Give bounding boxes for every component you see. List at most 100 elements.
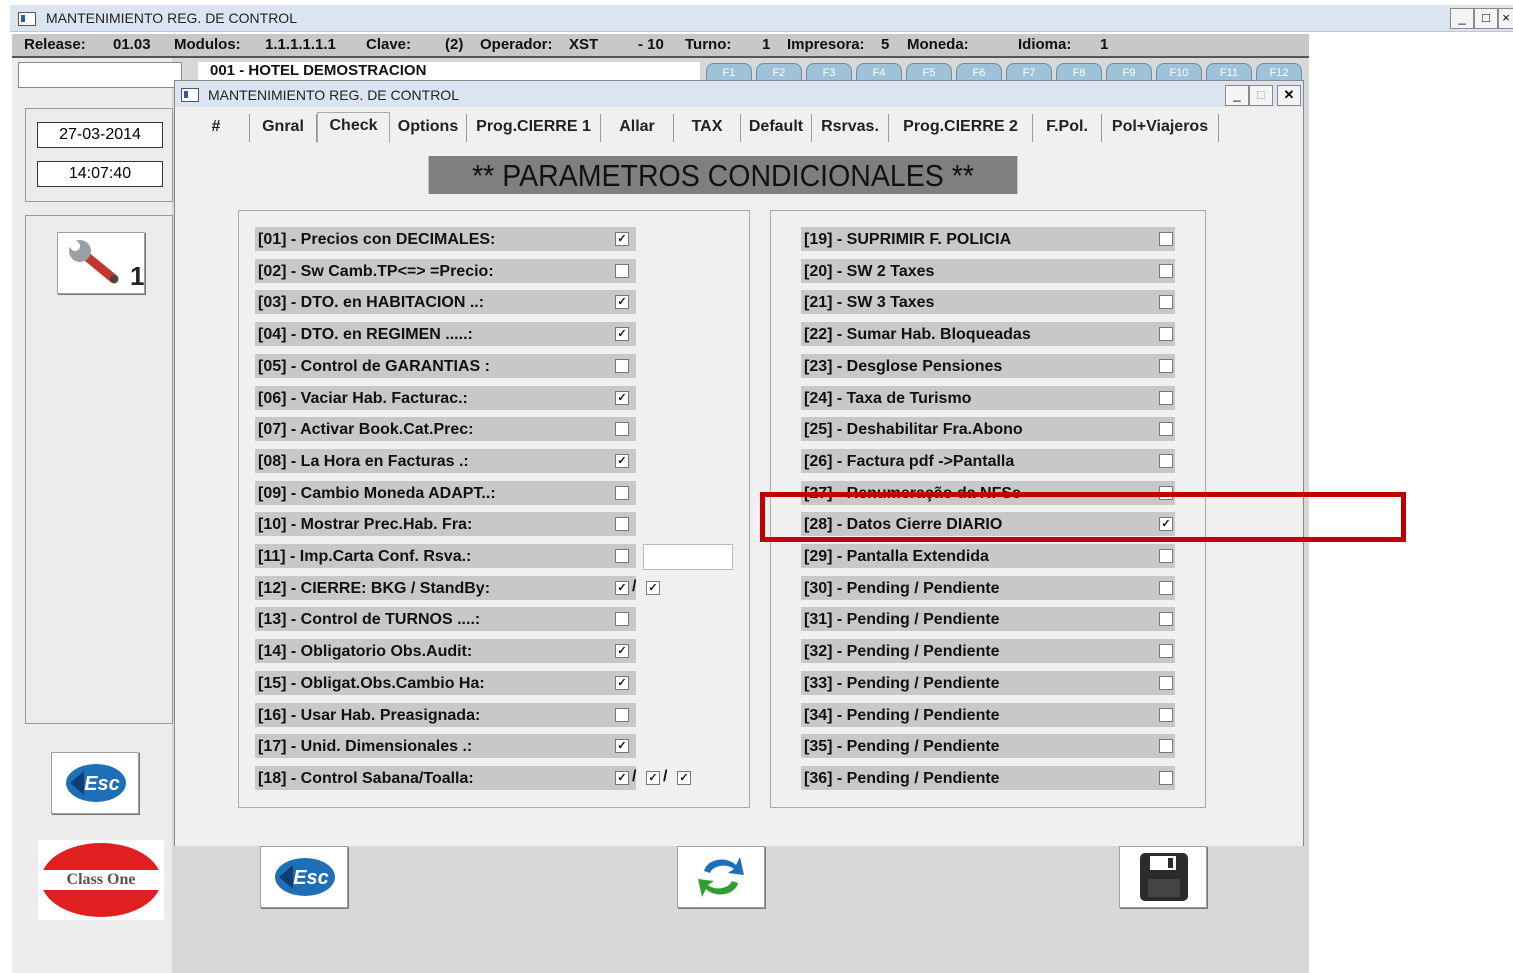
param-label: [22] - Sumar Hab. Bloqueadas	[804, 326, 1031, 344]
inner-maximize-button[interactable]: □	[1249, 85, 1273, 106]
tab-pol-viajeros[interactable]: Pol+Viajeros	[1102, 114, 1219, 142]
save-button[interactable]	[1119, 846, 1207, 908]
param-checkbox[interactable]: ✓	[615, 739, 629, 754]
param-checkbox[interactable]	[1159, 422, 1173, 437]
inner-close-button[interactable]: ✕	[1277, 85, 1301, 106]
param-checkbox[interactable]	[1159, 390, 1173, 405]
param-row: [18] - Control Sabana/Toalla:	[255, 765, 636, 790]
param-checkbox[interactable]	[615, 612, 629, 627]
param-checkbox[interactable]	[1159, 770, 1173, 785]
param-checkbox[interactable]	[1159, 580, 1173, 595]
function-key-f11[interactable]: F11	[1206, 63, 1252, 81]
param-checkbox[interactable]	[1159, 675, 1173, 690]
outer-maximize-button[interactable]: □	[1474, 8, 1498, 29]
top-input-field[interactable]	[18, 62, 182, 88]
outer-close-button[interactable]: ×	[1498, 8, 1513, 29]
param-checkbox[interactable]	[615, 263, 629, 278]
function-key-f1[interactable]: F1	[706, 63, 752, 81]
tool-button[interactable]: 1	[57, 232, 145, 294]
clave-label: Clave:	[366, 36, 412, 53]
outer-title-bar: MANTENIMIENTO REG. DE CONTROL _ □ ×	[10, 5, 1513, 32]
param-checkbox[interactable]	[1159, 707, 1173, 722]
tool-badge: 1	[130, 261, 145, 291]
class-one-text: Class One	[66, 871, 136, 888]
release-label: Release:	[24, 36, 86, 53]
param-checkbox[interactable]: ✓	[615, 675, 629, 690]
tab-options[interactable]: Options	[390, 114, 467, 142]
esc-button[interactable]: Esc	[260, 846, 348, 908]
function-key-f10[interactable]: F10	[1156, 63, 1202, 81]
function-key-f3[interactable]: F3	[806, 63, 852, 81]
param-checkbox[interactable]: ✓	[615, 232, 629, 246]
param-checkbox[interactable]	[1159, 263, 1173, 278]
inner-window-title: MANTENIMIENTO REG. DE CONTROL	[208, 87, 459, 103]
modulos-label: Modulos:	[174, 36, 241, 53]
param-text-input[interactable]	[643, 544, 733, 570]
param-row: [01] - Precios con DECIMALES:	[255, 227, 636, 251]
param-checkbox[interactable]: ✓	[615, 295, 629, 310]
param-checkbox[interactable]	[1159, 232, 1173, 246]
param-checkbox[interactable]	[615, 422, 629, 437]
tab-gnral[interactable]: Gnral	[250, 114, 317, 142]
function-key-f2[interactable]: F2	[756, 63, 802, 81]
param-checkbox[interactable]: ✓	[615, 770, 629, 785]
param-checkbox[interactable]	[615, 549, 629, 563]
bottom-toolbar: Esc	[174, 846, 1304, 973]
tab-default[interactable]: Default	[741, 114, 812, 142]
param-row: [21] - SW 3 Taxes	[801, 290, 1175, 315]
esc-button-left[interactable]: Esc	[51, 752, 139, 814]
param-checkbox[interactable]: ✓	[646, 580, 660, 595]
tab-prog-cierre-2[interactable]: Prog.CIERRE 2	[889, 114, 1033, 142]
time-display: 14:07:40	[37, 161, 163, 187]
param-row: [10] - Mostrar Prec.Hab. Fra:	[255, 512, 636, 537]
tab-check[interactable]: Check	[317, 112, 390, 143]
tab-tax[interactable]: TAX	[674, 114, 741, 142]
param-checkbox[interactable]: ✓	[615, 327, 629, 342]
function-key-f7[interactable]: F7	[1006, 63, 1052, 81]
param-row: [03] - DTO. en HABITACION ..:	[255, 290, 636, 315]
inner-window: MANTENIMIENTO REG. DE CONTROL _ □ ✕ # Gn…	[174, 80, 1304, 847]
param-label: [04] - DTO. en REGIMEN .....:	[258, 326, 473, 344]
param-checkbox[interactable]	[1159, 295, 1173, 310]
moneda-label: Moneda:	[907, 36, 969, 53]
param-checkbox[interactable]	[1159, 327, 1173, 342]
param-checkbox[interactable]	[1159, 358, 1173, 373]
param-checkbox[interactable]: ✓	[677, 770, 691, 785]
checkbox-separator: /	[663, 767, 668, 785]
function-key-f12[interactable]: F12	[1256, 63, 1302, 81]
function-key-f9[interactable]: F9	[1106, 63, 1152, 81]
tab-hash[interactable]: #	[183, 114, 250, 142]
function-key-f6[interactable]: F6	[956, 63, 1002, 81]
inner-minimize-button[interactable]: _	[1225, 85, 1249, 106]
tab-f-pol[interactable]: F.Pol.	[1033, 114, 1102, 142]
function-key-f8[interactable]: F8	[1056, 63, 1102, 81]
param-checkbox[interactable]	[1159, 453, 1173, 468]
tab-rsrvas[interactable]: Rsrvas.	[812, 114, 889, 142]
param-checkbox[interactable]	[1159, 549, 1173, 563]
operador-value: XST	[569, 36, 599, 53]
param-checkbox[interactable]	[615, 707, 629, 722]
param-row: [35] - Pending / Pendiente	[801, 734, 1175, 759]
param-checkbox[interactable]: ✓	[615, 453, 629, 468]
tab-allar[interactable]: Allar	[601, 114, 674, 142]
outer-minimize-button[interactable]: _	[1450, 8, 1474, 29]
function-key-f4[interactable]: F4	[856, 63, 902, 81]
param-checkbox[interactable]: ✓	[615, 580, 629, 595]
refresh-button[interactable]	[677, 846, 765, 908]
param-checkbox[interactable]	[1159, 612, 1173, 627]
param-checkbox[interactable]: ✓	[615, 390, 629, 405]
operador-code: - 10	[638, 36, 664, 53]
param-label: [17] - Unid. Dimensionales .:	[258, 738, 473, 756]
param-checkbox[interactable]	[615, 358, 629, 373]
checkbox-separator: /	[632, 577, 637, 595]
param-checkbox[interactable]: ✓	[646, 770, 660, 785]
tab-prog-cierre-1[interactable]: Prog.CIERRE 1	[467, 114, 601, 142]
param-checkbox[interactable]	[615, 485, 629, 500]
param-checkbox[interactable]	[1159, 739, 1173, 754]
param-checkbox[interactable]: ✓	[615, 644, 629, 659]
param-checkbox[interactable]	[615, 517, 629, 532]
param-label: [02] - Sw Camb.TP<=> =Precio:	[258, 262, 494, 280]
function-key-f5[interactable]: F5	[906, 63, 952, 81]
param-row: [04] - DTO. en REGIMEN .....:	[255, 322, 636, 347]
param-checkbox[interactable]	[1159, 644, 1173, 659]
